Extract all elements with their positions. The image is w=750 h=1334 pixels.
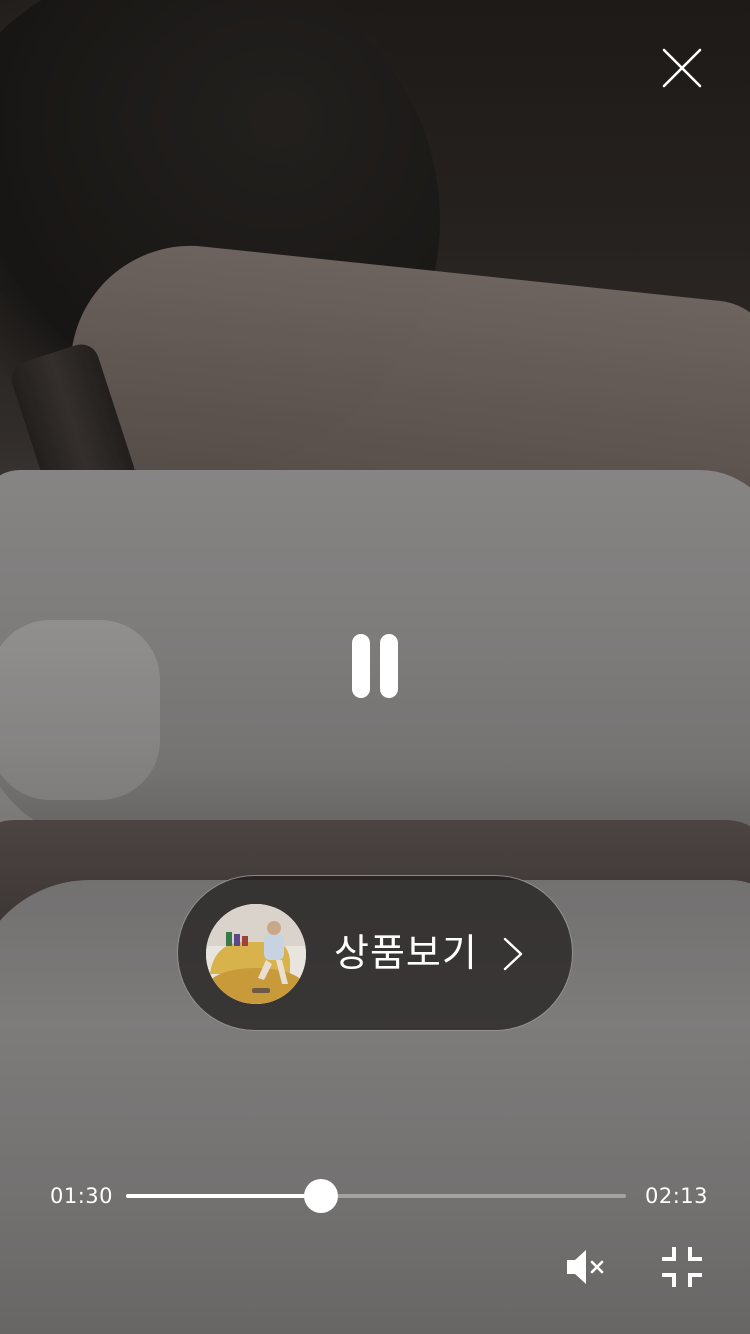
- seek-bar[interactable]: [126, 1179, 626, 1213]
- seek-bar-handle[interactable]: [304, 1179, 338, 1213]
- close-icon: [662, 48, 702, 88]
- close-button[interactable]: [656, 42, 708, 94]
- pause-icon-bar-left: [352, 634, 370, 698]
- volume-mute-icon: [567, 1250, 604, 1284]
- chevron-right-icon: [503, 937, 523, 971]
- exit-fullscreen-icon: [662, 1247, 702, 1287]
- seek-bar-fill: [126, 1194, 321, 1198]
- total-duration: 02:13: [645, 1184, 709, 1208]
- product-thumbnail: [206, 904, 306, 1004]
- mute-button[interactable]: [562, 1245, 610, 1289]
- current-time: 01:30: [50, 1184, 114, 1208]
- video-player[interactable]: 상품보기 01:30 02:13: [0, 0, 750, 1334]
- pause-icon-bar-right: [380, 634, 398, 698]
- view-product-label: 상품보기: [334, 931, 478, 975]
- view-product-button[interactable]: 상품보기: [177, 875, 573, 1031]
- pause-button[interactable]: [340, 628, 410, 704]
- exit-fullscreen-button[interactable]: [658, 1243, 706, 1291]
- product-thumbnail-image: [206, 904, 306, 1004]
